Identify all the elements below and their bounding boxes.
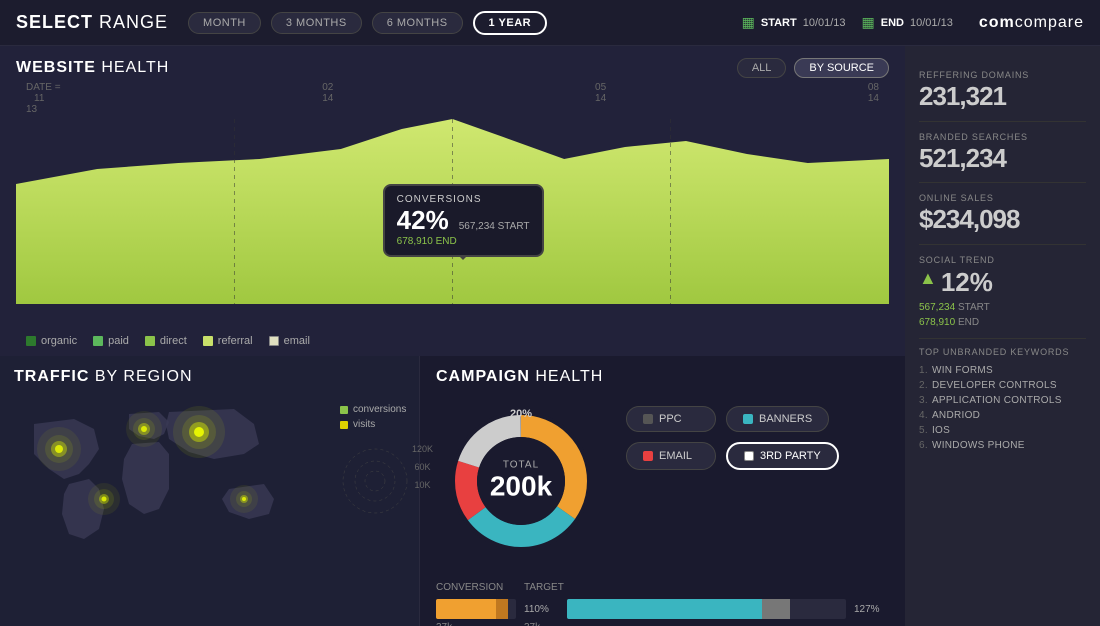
top-keywords-section: TOP UNBRANDED KEYWORDS 1.WIN FORMS 2.DEV… <box>919 339 1086 453</box>
donut-center-text: TOTAL 200k <box>490 460 552 503</box>
website-health-title: WEBSITE HEALTH <box>16 59 169 77</box>
legend-referral: referral <box>203 335 253 347</box>
month-button[interactable]: MONTH <box>188 12 261 34</box>
bottom-row: TRAFFIC BY REGION <box>0 356 905 626</box>
target-bar-fill-2 <box>762 599 790 619</box>
right-sidebar: REFFERING DOMAINS 231,321 BRANDED SEARCH… <box>905 46 1100 626</box>
website-health-header: WEBSITE HEALTH ALL BY SOURCE <box>16 58 889 78</box>
legend-organic: organic <box>26 335 77 347</box>
calendar-start-icon: ▦ <box>742 14 755 31</box>
conversion-bar-fill-2 <box>496 599 508 619</box>
email-color-dot <box>643 451 653 461</box>
referring-domains-stat: REFFERING DOMAINS 231,321 <box>919 60 1086 122</box>
donut-chart: 20% TOTAL 200k <box>436 396 606 566</box>
world-map-container: conversions visits <box>14 394 405 594</box>
legend-email: email <box>269 335 310 347</box>
all-button[interactable]: ALL <box>737 58 787 78</box>
ppc-button[interactable]: PPC <box>626 406 716 432</box>
social-trend-value: ▲ 12% <box>919 267 1086 298</box>
keyword-1: 1.WIN FORMS <box>919 363 1086 378</box>
main-content: WEBSITE HEALTH ALL BY SOURCE DATE =1113 … <box>0 46 1100 626</box>
traffic-region-title: TRAFFIC BY REGION <box>14 368 405 386</box>
target-pct: 127% <box>854 604 889 615</box>
compare-button[interactable]: comcompare <box>979 14 1084 32</box>
chart-svg <box>16 119 889 304</box>
date-label-3: 0514 <box>595 82 606 115</box>
third-party-color-dot <box>744 451 754 461</box>
date-label-2: 0214 <box>322 82 333 115</box>
campaign-health-section: CAMPAIGN HEALTH <box>420 356 905 626</box>
third-party-button[interactable]: 3RD PARTY <box>726 442 839 470</box>
traffic-region-section: TRAFFIC BY REGION <box>0 356 420 626</box>
app-title: SELECT RANGE <box>16 12 168 33</box>
conversions-legend: conversions <box>340 404 410 415</box>
donut-area: 20% TOTAL 200k PPC <box>436 396 889 566</box>
direct-color <box>145 336 155 346</box>
website-health-buttons: ALL BY SOURCE <box>737 58 889 78</box>
legend-paid: paid <box>93 335 129 347</box>
branded-searches-stat: BRANDED SEARCHES 521,234 <box>919 122 1086 184</box>
three-months-button[interactable]: 3 MONTHS <box>271 12 362 34</box>
world-map-svg <box>14 394 294 564</box>
region-legend: conversions visits <box>340 404 410 516</box>
organic-color <box>26 336 36 346</box>
keyword-2: 2.DEVELOPER CONTROLS <box>919 378 1086 393</box>
bar-values-row: 37k 37k <box>436 622 889 626</box>
email-color <box>269 336 279 346</box>
keyword-6: 6.WINDOWS PHONE <box>919 438 1086 453</box>
calendar-end-icon: ▦ <box>862 14 875 31</box>
target-bar-fill <box>567 599 762 619</box>
referral-color <box>203 336 213 346</box>
conversion-bar-row: 110% 127% <box>436 599 889 619</box>
website-health-section: WEBSITE HEALTH ALL BY SOURCE DATE =1113 … <box>0 46 905 356</box>
by-source-button[interactable]: BY SOURCE <box>794 58 889 78</box>
one-year-button[interactable]: 1 YEAR <box>473 11 548 35</box>
date-axis: DATE =1113 0214 0514 0814 <box>16 82 889 115</box>
campaign-row-2: EMAIL 3RD PARTY <box>626 442 839 470</box>
six-months-button[interactable]: 6 MONTHS <box>372 12 463 34</box>
conversion-bar-fill <box>436 599 496 619</box>
keyword-5: 5.IOS <box>919 423 1086 438</box>
top-navigation: SELECT RANGE MONTH 3 MONTHS 6 MONTHS 1 Y… <box>0 0 1100 46</box>
campaign-row-1: PPC BANNERS <box>626 406 839 432</box>
keyword-3: 3.APPLICATION CONTROLS <box>919 393 1086 408</box>
chart-legend: organic paid direct referral email <box>16 329 889 353</box>
date-label-1: DATE =1113 <box>26 82 61 115</box>
trend-up-icon: ▲ <box>919 269 937 287</box>
legend-direct: direct <box>145 335 187 347</box>
keyword-4: 4.ANDRIOD <box>919 408 1086 423</box>
online-sales-stat: ONLINE SALES $234,098 <box>919 183 1086 245</box>
campaign-buttons: PPC BANNERS EMAIL <box>626 406 839 470</box>
scale-indicator: 120K 60K 10K <box>340 446 410 516</box>
date-label-4: 0814 <box>868 82 879 115</box>
donut-pct-label: 20% <box>510 408 532 420</box>
conversion-pct: 110% <box>524 604 559 615</box>
paid-color <box>93 336 103 346</box>
social-trend-stat: SOCIAL TREND ▲ 12% 567,234 START 678,910… <box>919 245 1086 339</box>
website-health-chart: CONVERSIONS 42% 567,234 START 678,910 EN… <box>16 119 889 329</box>
conversion-bar-track <box>436 599 516 619</box>
target-bar-track <box>567 599 846 619</box>
campaign-health-title: CAMPAIGN HEALTH <box>436 368 889 386</box>
banners-color-dot <box>743 414 753 424</box>
campaign-bars: CONVERSION TARGET 110% 127% <box>436 582 889 626</box>
email-button[interactable]: EMAIL <box>626 442 716 470</box>
ppc-color-dot <box>643 414 653 424</box>
date-range: ▦ START 10/01/13 ▦ END 10/01/13 <box>742 14 953 31</box>
banners-button[interactable]: BANNERS <box>726 406 829 432</box>
left-panel: WEBSITE HEALTH ALL BY SOURCE DATE =1113 … <box>0 46 905 626</box>
scale-circles-svg <box>340 446 410 516</box>
visits-legend: visits <box>340 419 410 430</box>
bar-labels-row: CONVERSION TARGET <box>436 582 889 593</box>
